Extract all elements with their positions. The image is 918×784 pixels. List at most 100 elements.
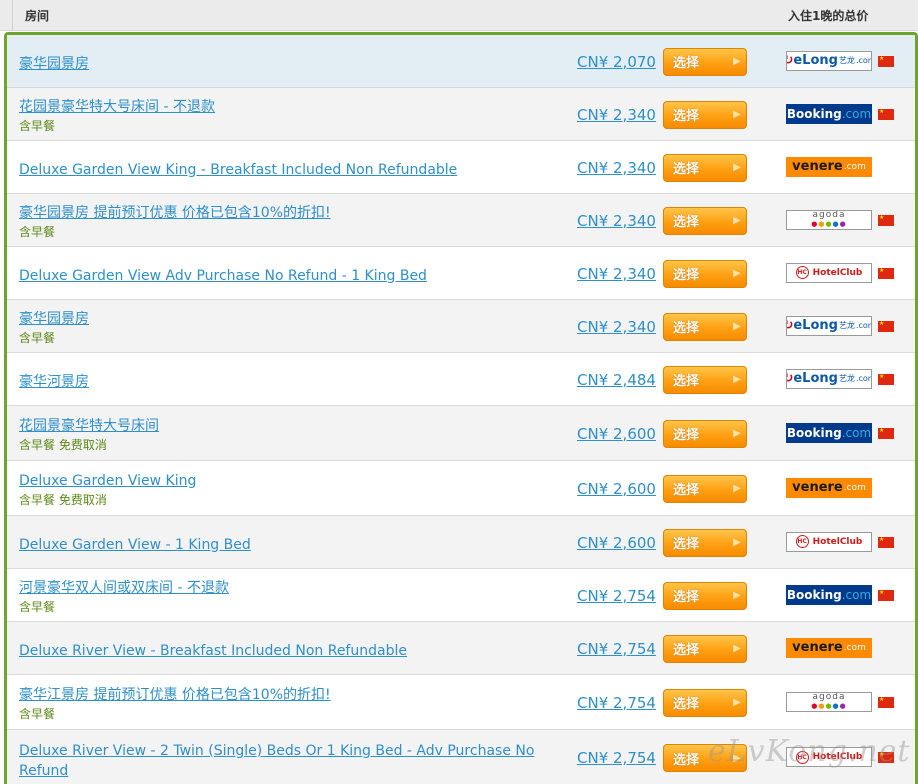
venere-logo: venere .com [786,637,872,658]
table-row: Deluxe River View - 2 Twin (Single) Beds… [7,730,915,784]
arrow-right-icon: ▶ [733,215,741,226]
room-info: 豪华江景房 提前预订优惠 价格已包含10%的折扣! 含早餐 [19,684,539,722]
select-button[interactable]: 选择 ▶ [663,100,747,129]
select-button-label: 选择 [673,752,700,768]
venere-logo-suffix: .com [843,642,866,653]
room-title-link[interactable]: 河景豪华双人间或双床间 - 不退款 [19,580,229,596]
hotelclub-logo-text: HotelClub [812,752,863,762]
table-header: 房间 入住1晚的总价 [0,0,918,31]
price-link[interactable]: CN¥ 2,340 [577,318,656,336]
elong-logo: ↻eLong艺龙.com [786,315,872,336]
select-button[interactable]: 选择 ▶ [663,634,747,663]
price-link[interactable]: CN¥ 2,340 [577,106,656,124]
room-info: 豪华园景房 [19,53,539,73]
select-button[interactable]: 选择 ▶ [663,688,747,717]
elong-logo-suffix: .com [855,374,871,383]
table-row: 豪华园景房含早餐 CN¥ 2,340 选择 ▶ ↻eLong艺龙.com ★ [7,300,915,353]
elong-logo: ↻eLong艺龙.com [786,50,872,71]
price-link[interactable]: CN¥ 2,754 [577,749,656,767]
elong-logo: ↻eLong艺龙.com [786,368,872,389]
room-title-link[interactable]: 花园景豪华特大号床间 - 不退款 [19,99,215,115]
price-link[interactable]: CN¥ 2,600 [577,480,656,498]
select-button[interactable]: 选择 ▶ [663,419,747,448]
room-title-link[interactable]: Deluxe River View - Breakfast Included N… [19,643,407,659]
header-room-column: 房间 [25,9,50,23]
room-title-link[interactable]: 豪华园景房 [19,56,89,72]
price-link[interactable]: CN¥ 2,340 [577,212,656,230]
agoda-logo-text: agoda [812,210,846,220]
elong-logo-suffix: .com [855,321,871,330]
arrow-right-icon: ▶ [733,109,741,120]
price-link[interactable]: CN¥ 2,340 [577,159,656,177]
arrow-right-icon: ▶ [733,643,741,654]
hotelclub-logo-text: HotelClub [812,267,863,278]
room-title-link[interactable]: Deluxe River View - 2 Twin (Single) Beds… [19,743,534,779]
china-flag-icon: ★ [878,696,894,708]
room-title-link[interactable]: 豪华园景房 提前预订优惠 价格已包含10%的折扣! [19,205,331,221]
price-link[interactable]: CN¥ 2,484 [577,371,656,389]
select-button[interactable]: 选择 ▶ [663,259,747,288]
venere-logo-text: venere [792,640,843,655]
table-row: 河景豪华双人间或双床间 - 不退款 含早餐 CN¥ 2,754 选择 ▶ Booking.… [7,569,915,622]
room-title-link[interactable]: Deluxe Garden View - 1 King Bed [19,537,251,553]
select-button[interactable]: 选择 ▶ [663,744,747,772]
room-note: 含早餐 [19,706,56,721]
select-button[interactable]: 选择 ▶ [663,47,747,76]
table-row: Deluxe Garden View Adv Purchase No Refun… [7,247,915,300]
room-info: 豪华河景房 [19,371,539,391]
arrow-right-icon: ▶ [733,590,741,601]
room-info: 豪华园景房 含早餐 [19,308,539,346]
price-link[interactable]: CN¥ 2,340 [577,265,656,283]
table-row: 豪华江景房 提前预订优惠 价格已包含10%的折扣! 含早餐 CN¥ 2,754 选择 ▶… [7,675,915,730]
select-button[interactable]: 选择 ▶ [663,528,747,557]
price-link[interactable]: CN¥ 2,754 [577,640,656,658]
room-title-link[interactable]: 豪华园景房 [19,311,89,327]
price-link[interactable]: CN¥ 2,754 [577,694,656,712]
arrow-right-icon: ▶ [733,752,741,764]
hotelclub-logo: HC HotelClub [786,262,872,283]
price-link[interactable]: CN¥ 2,754 [577,587,656,605]
elong-logo-suffix: .com [855,56,871,65]
room-title-link[interactable]: 豪华河景房 [19,374,89,390]
room-title-link[interactable]: Deluxe Garden View King [19,473,196,489]
room-note: 含早餐 [19,330,56,345]
select-button[interactable]: 选择 ▶ [663,365,747,394]
arrow-right-icon: ▶ [733,268,741,279]
select-button[interactable]: 选择 ▶ [663,581,747,610]
china-flag-icon: ★ [878,589,894,601]
room-info: 河景豪华双人间或双床间 - 不退款 含早餐 [19,577,539,615]
select-button[interactable]: 选择 ▶ [663,206,747,235]
price-link[interactable]: CN¥ 2,600 [577,425,656,443]
header-divider [12,0,13,31]
agoda-logo: agoda ●●●●● [786,691,872,712]
elong-logo-text: eLong [793,371,838,386]
room-info: 花园景豪华特大号床间 含早餐 免费取消 [19,415,539,453]
select-button-label: 选择 [673,321,700,336]
select-button-label: 选择 [673,428,700,443]
select-button-label: 选择 [673,109,700,124]
elong-logo-tag: 艺龙 [838,56,855,65]
room-title-link[interactable]: 豪华江景房 提前预订优惠 价格已包含10%的折扣! [19,687,331,703]
china-flag-icon: ★ [878,373,894,385]
elong-logo-tag: 艺龙 [838,321,855,330]
select-button[interactable]: 选择 ▶ [663,312,747,341]
room-title-link[interactable]: Deluxe Garden View Adv Purchase No Refun… [19,268,427,284]
booking-logo: Booking .com [786,422,872,443]
select-button[interactable]: 选择 ▶ [663,153,747,182]
room-title-link[interactable]: Deluxe Garden View King - Breakfast Incl… [19,162,457,178]
price-link[interactable]: CN¥ 2,070 [577,53,656,71]
room-info: 花园景豪华特大号床间 - 不退款 含早餐 [19,96,539,134]
elong-logo-text: eLong [793,318,838,333]
agoda-dots-icon: ●●●●● [811,220,847,228]
china-flag-icon: ★ [878,108,894,120]
hotelclub-badge-icon: HC [795,535,809,548]
table-row: Deluxe Garden View King - Breakfast Incl… [7,141,915,194]
room-title-link[interactable]: 花园景豪华特大号床间 [19,418,159,434]
price-link[interactable]: CN¥ 2,600 [577,534,656,552]
select-button-label: 选择 [673,162,700,177]
select-button[interactable]: 选择 ▶ [663,474,747,503]
agoda-logo: agoda ●●●●● [786,209,872,230]
room-info: 豪华园景房 提前预订优惠 价格已包含10%的折扣! 含早餐 [19,202,539,240]
china-flag-icon: ★ [878,427,894,439]
arrow-right-icon: ▶ [733,374,741,385]
